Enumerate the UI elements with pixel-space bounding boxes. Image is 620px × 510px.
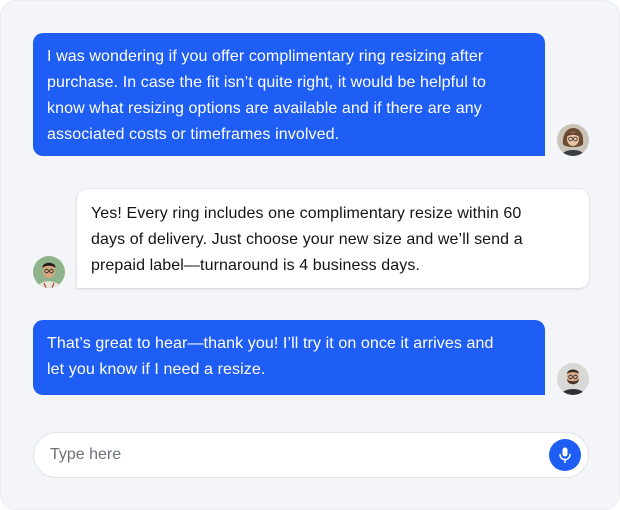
agent-message-bubble: Yes! Every ring includes one complimenta… <box>77 189 589 288</box>
chat-panel: I was wondering if you offer complimenta… <box>0 0 620 510</box>
user-message-bubble: I was wondering if you offer complimenta… <box>33 33 545 156</box>
message-composer <box>33 432 589 478</box>
woman-avatar-icon <box>557 124 589 156</box>
message-line: Yes! Every ring includes one complimenta… <box>91 205 522 222</box>
user-message-bubble: That’s great to hear—thank you! I’ll try… <box>33 320 545 395</box>
bearded-man-avatar-icon <box>557 363 589 395</box>
message-line: associated costs or timeframes involved. <box>47 126 340 143</box>
message-line: purchase. In case the fit isn’t quite ri… <box>47 74 486 91</box>
message-line: I was wondering if you offer complimenta… <box>47 48 484 65</box>
message-line: prepaid label—turnaround is 4 business d… <box>91 257 421 274</box>
microphone-button[interactable] <box>549 439 581 471</box>
man-avatar-icon <box>33 256 65 288</box>
message-line: That’s great to hear—thank you! I’ll try… <box>47 335 494 352</box>
message-input[interactable] <box>50 433 530 477</box>
message-line: let you know if I need a resize. <box>47 361 266 378</box>
microphone-icon <box>559 447 571 463</box>
message-line: days of delivery. Just choose your new s… <box>91 231 523 248</box>
message-line: know what resizing options are available… <box>47 100 482 117</box>
